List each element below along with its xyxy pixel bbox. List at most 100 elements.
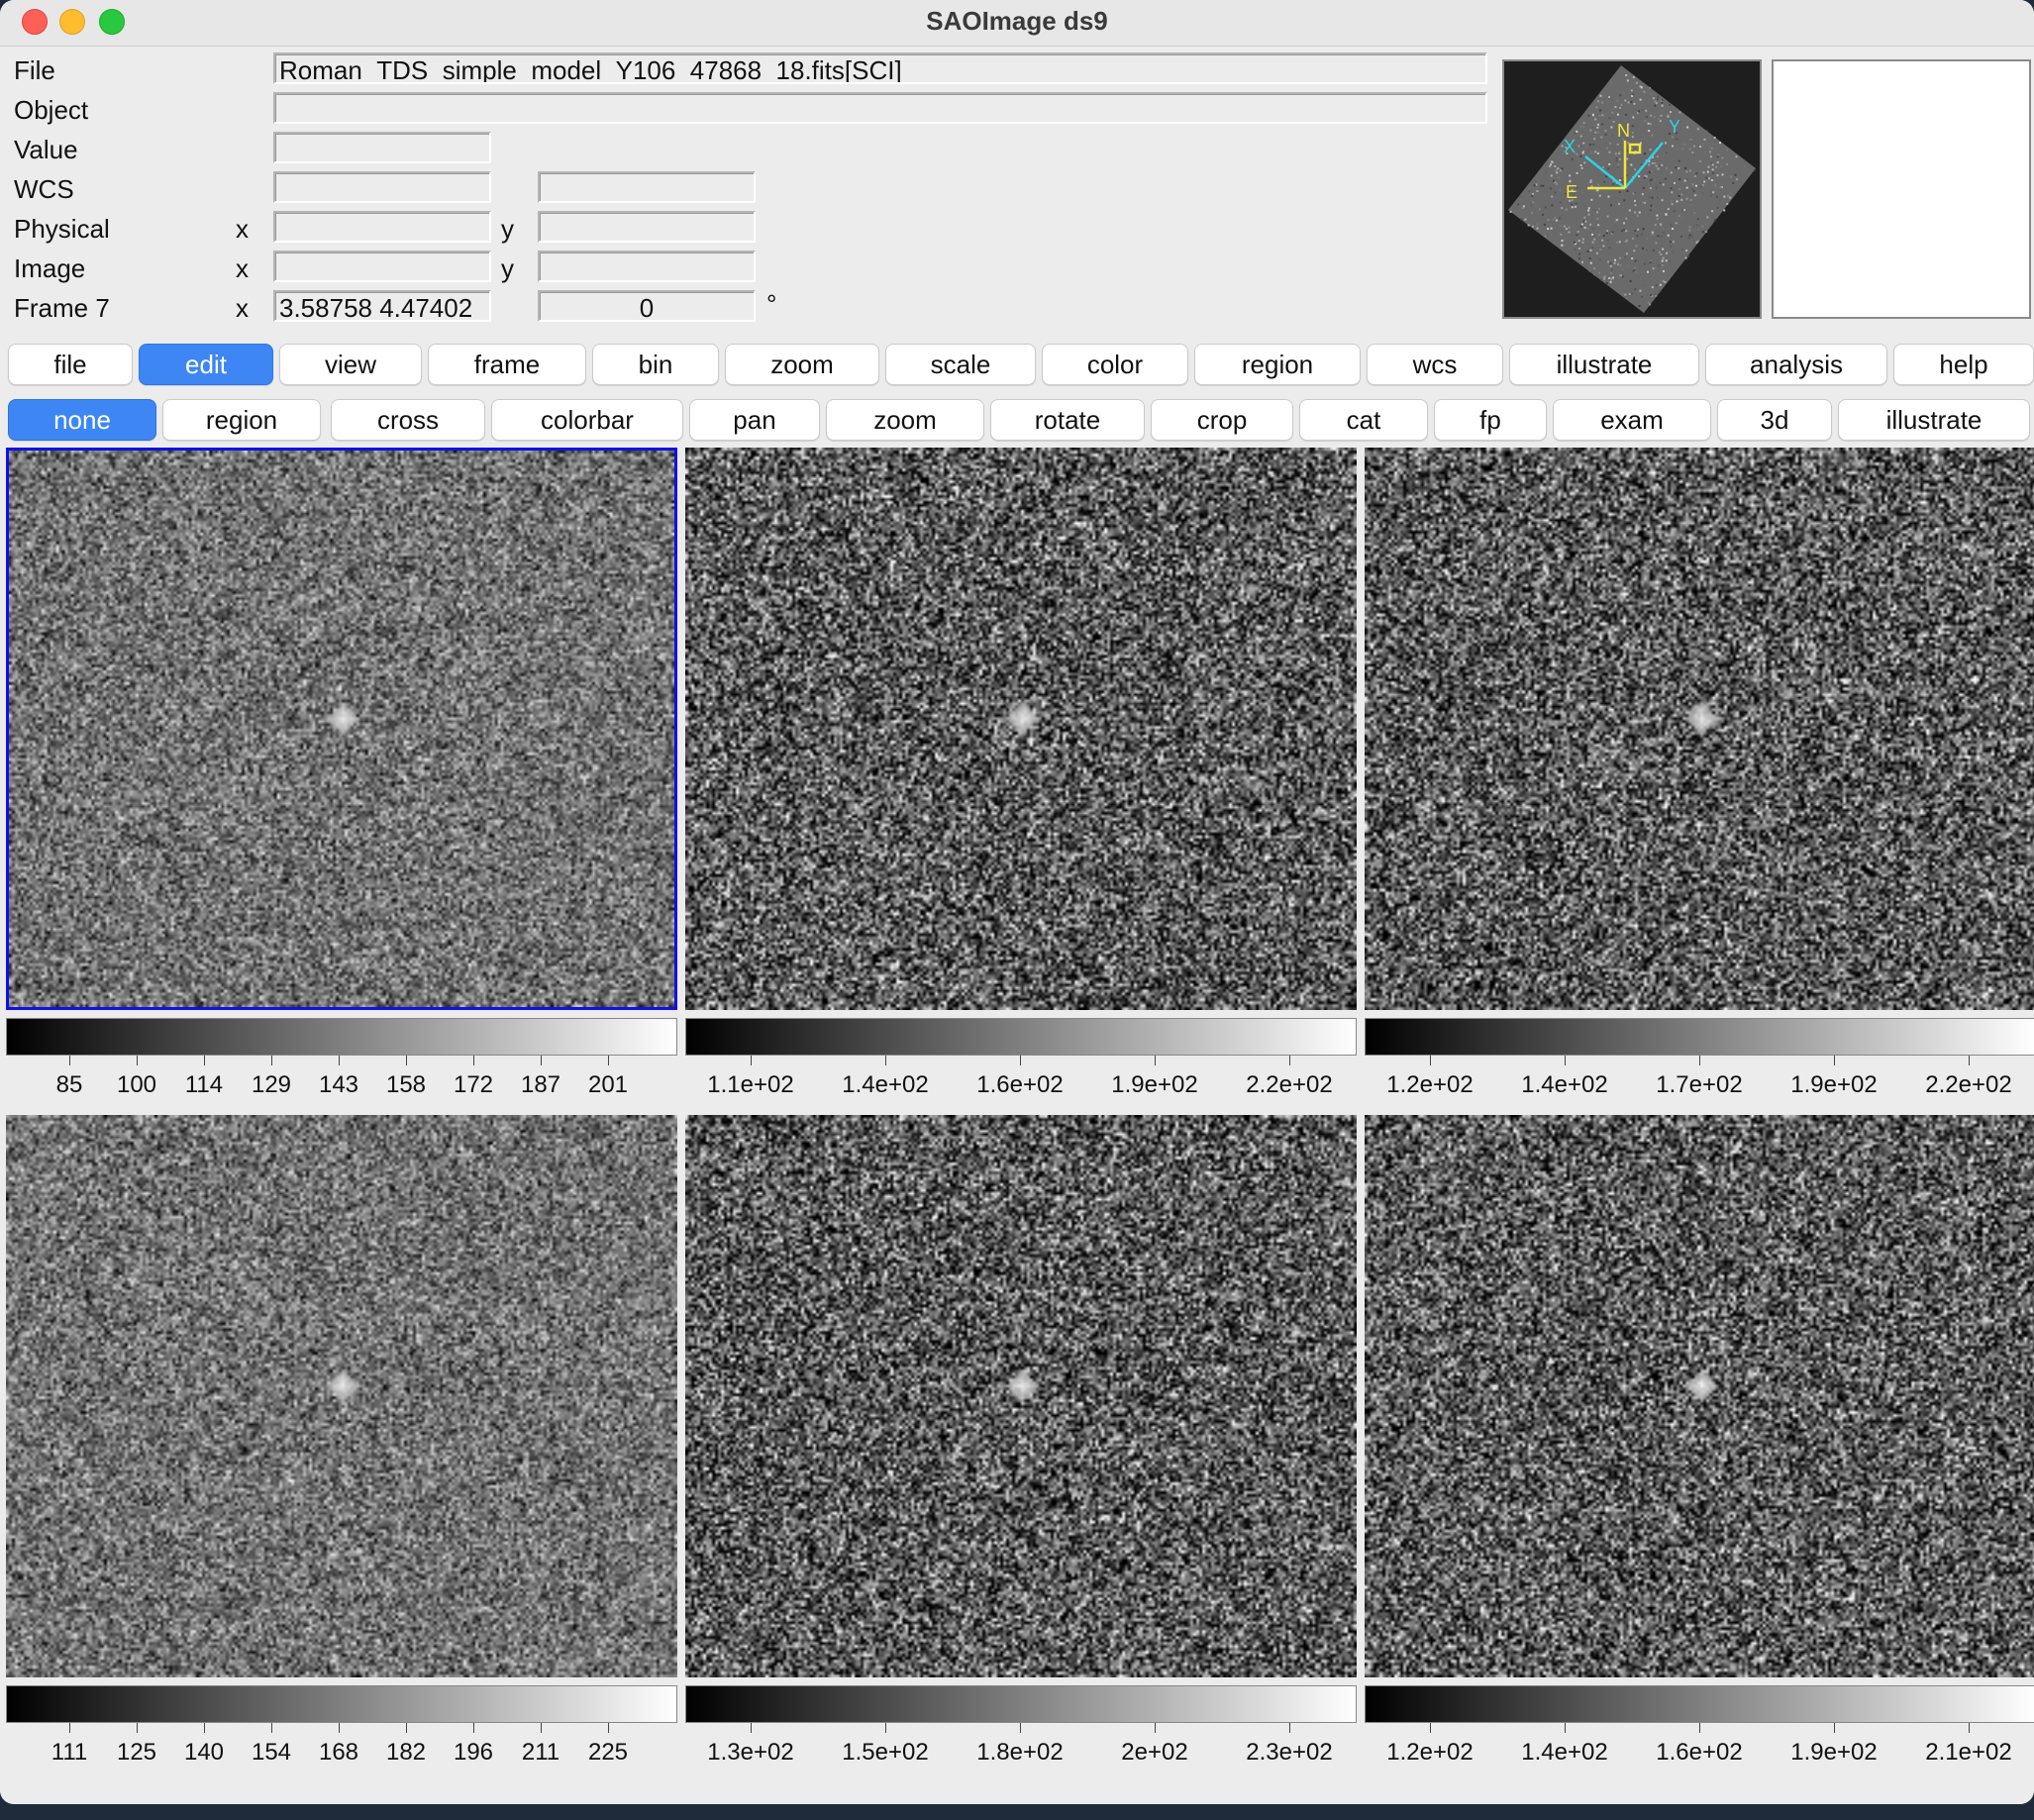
colorbar-ticks-3: 1.2e+02 1.4e+02 1.7e+02 1.9e+02 2.2e+02 — [1365, 1056, 2034, 1098]
colorbar-5[interactable] — [685, 1685, 1357, 1723]
colorbar-tick-label: 182 — [385, 1739, 427, 1766]
colorbar-tick-mark — [608, 1056, 609, 1065]
colorbar-tick-mark — [751, 1723, 752, 1733]
file-field: Roman_TDS_simple_model_Y106_47868_18.fit… — [273, 52, 1487, 84]
title-bar: SAOImage ds9 — [0, 0, 2034, 47]
colorbar-tick-label: 1.9e+02 — [1790, 1739, 1878, 1766]
colorbar-4[interactable] — [6, 1685, 677, 1723]
image-frame-4[interactable] — [6, 1115, 677, 1677]
object-field — [273, 92, 1487, 124]
mode-exam-button[interactable]: exam — [1553, 399, 1711, 441]
colorbar-tick-mark — [339, 1723, 340, 1733]
colorbar-tick-label: 1.4e+02 — [1521, 1071, 1608, 1098]
wcs-label: WCS — [14, 174, 74, 204]
colorbar-tick-mark — [885, 1723, 886, 1733]
colorbar-tick-mark — [751, 1056, 752, 1065]
menu-illustrate-button[interactable]: illustrate — [1509, 344, 1699, 385]
menu-color-button[interactable]: color — [1042, 344, 1188, 385]
mode-fp-button[interactable]: fp — [1434, 399, 1547, 441]
colorbar-tick-label: 143 — [318, 1071, 359, 1098]
image-x-label: x — [236, 253, 249, 283]
mode-illustrate-button[interactable]: illustrate — [1838, 399, 2030, 441]
frame-image-canvas — [1365, 1115, 2034, 1677]
colorbar-tick-label: 201 — [587, 1071, 629, 1098]
colorbar-tick-label: 172 — [453, 1071, 494, 1098]
colorbar-tick-label: 2e+02 — [1121, 1739, 1188, 1766]
colorbar-2[interactable] — [685, 1018, 1357, 1056]
menu-zoom-button[interactable]: zoom — [725, 344, 879, 385]
colorbar-ticks-5: 1.3e+02 1.5e+02 1.8e+02 2e+02 2.3e+02 — [685, 1723, 1357, 1766]
mode-colorbar-button[interactable]: colorbar — [491, 399, 683, 441]
colorbar-tick-mark — [1969, 1056, 1970, 1065]
colorbar-tick-mark — [1155, 1723, 1156, 1733]
menu-edit-button[interactable]: edit — [139, 344, 273, 385]
wcs-field-1 — [273, 171, 491, 203]
mode-none-button[interactable]: none — [8, 399, 156, 441]
colorbar-3[interactable] — [1365, 1018, 2034, 1056]
colorbar-tick-mark — [473, 1723, 474, 1733]
colorbar-tick-label: 1.6e+02 — [1656, 1739, 1743, 1766]
image-frame-3[interactable] — [1365, 448, 2034, 1010]
object-label: Object — [14, 95, 89, 125]
colorbar-tick-label: 2.3e+02 — [1246, 1739, 1333, 1766]
panner[interactable]: X Y N E — [1502, 59, 1762, 319]
value-label: Value — [14, 135, 78, 164]
colorbar-tick-mark — [1834, 1723, 1835, 1733]
menu-analysis-button[interactable]: analysis — [1705, 344, 1887, 385]
menu-bin-button[interactable]: bin — [592, 344, 719, 385]
image-x-field — [273, 251, 491, 282]
physical-y-field — [538, 211, 756, 243]
mode-cat-button[interactable]: cat — [1299, 399, 1428, 441]
colorbar-tick-label: 225 — [587, 1739, 629, 1766]
mode-rotate-button[interactable]: rotate — [990, 399, 1145, 441]
image-frame-6[interactable] — [1365, 1115, 2034, 1677]
colorbar-tick-label: 1.6e+02 — [976, 1071, 1064, 1098]
menu-wcs-button[interactable]: wcs — [1367, 344, 1503, 385]
physical-x-field — [273, 211, 491, 243]
colorbar-tick-mark — [1289, 1056, 1290, 1065]
colorbar-tick-label: 1.9e+02 — [1111, 1071, 1198, 1098]
wcs-field-2 — [538, 171, 756, 203]
colorbar-tick-mark — [271, 1723, 272, 1733]
frame-image-canvas — [685, 1115, 1357, 1677]
colorbar-tick-mark — [137, 1723, 138, 1733]
image-frame-2[interactable] — [685, 448, 1357, 1010]
menu-help-button[interactable]: help — [1893, 344, 2034, 385]
colorbar-tick-mark — [885, 1056, 886, 1065]
colorbar-6[interactable] — [1365, 1685, 2034, 1723]
colorbar-1[interactable] — [6, 1018, 677, 1056]
colorbar-tick-label: 1.7e+02 — [1656, 1071, 1743, 1098]
colorbar-tick-mark — [204, 1723, 205, 1733]
colorbar-tick-label: 1.2e+02 — [1386, 1739, 1474, 1766]
mode-region-button[interactable]: region — [162, 399, 321, 441]
frame-label: Frame 7 — [14, 293, 110, 323]
colorbar-tick-label: 1.2e+02 — [1386, 1071, 1474, 1098]
menu-scale-button[interactable]: scale — [885, 344, 1036, 385]
image-label: Image — [14, 253, 86, 283]
frame-zoom-field: 3.58758 4.47402 — [273, 290, 491, 322]
mode-3d-button[interactable]: 3d — [1717, 399, 1832, 441]
menu-file-button[interactable]: file — [8, 344, 133, 385]
colorbar-tick-mark — [69, 1723, 70, 1733]
mode-zoom-button[interactable]: zoom — [826, 399, 984, 441]
colorbar-tick-mark — [204, 1056, 205, 1065]
colorbar-ticks-6: 1.2e+02 1.4e+02 1.6e+02 1.9e+02 2.1e+02 — [1365, 1723, 2034, 1766]
menu-frame-button[interactable]: frame — [428, 344, 586, 385]
file-label: File — [14, 55, 55, 85]
image-y-field — [538, 251, 756, 282]
image-frame-5[interactable] — [685, 1115, 1357, 1677]
mode-crop-button[interactable]: crop — [1151, 399, 1293, 441]
colorbar-tick-mark — [1699, 1056, 1700, 1065]
colorbar-tick-mark — [1155, 1056, 1156, 1065]
colorbar-tick-label: 154 — [251, 1739, 292, 1766]
colorbar-tick-mark — [1969, 1723, 1970, 1733]
colorbar-tick-label: 1.4e+02 — [1521, 1739, 1608, 1766]
colorbar-tick-mark — [69, 1056, 70, 1065]
image-frame-1[interactable] — [6, 448, 677, 1010]
menu-view-button[interactable]: view — [279, 344, 422, 385]
colorbar-ticks-4: 111 125 140 154 168 182 196 211 225 — [6, 1723, 677, 1766]
mode-cross-button[interactable]: cross — [331, 399, 485, 441]
menu-region-button[interactable]: region — [1194, 344, 1361, 385]
mode-pan-button[interactable]: pan — [689, 399, 820, 441]
frame-angle-field: 0 — [538, 290, 756, 322]
